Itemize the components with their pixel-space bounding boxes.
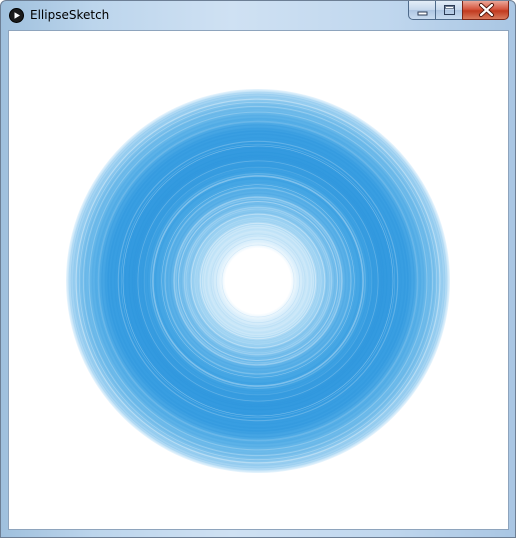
maximize-icon: [444, 5, 455, 15]
app-window: EllipseSketch: [0, 0, 516, 538]
title-bar[interactable]: EllipseSketch: [1, 1, 515, 30]
close-icon: [479, 3, 494, 17]
caption-buttons: [408, 1, 509, 20]
ellipse-rings-drawing: [66, 89, 450, 473]
minimize-button[interactable]: [408, 1, 435, 20]
play-icon[interactable]: [9, 8, 24, 23]
maximize-button[interactable]: [435, 1, 462, 20]
sketch-canvas[interactable]: [8, 30, 509, 530]
close-button[interactable]: [462, 1, 509, 20]
center-hole: [225, 248, 291, 314]
minimize-icon: [417, 11, 428, 16]
window-title: EllipseSketch: [30, 8, 110, 22]
